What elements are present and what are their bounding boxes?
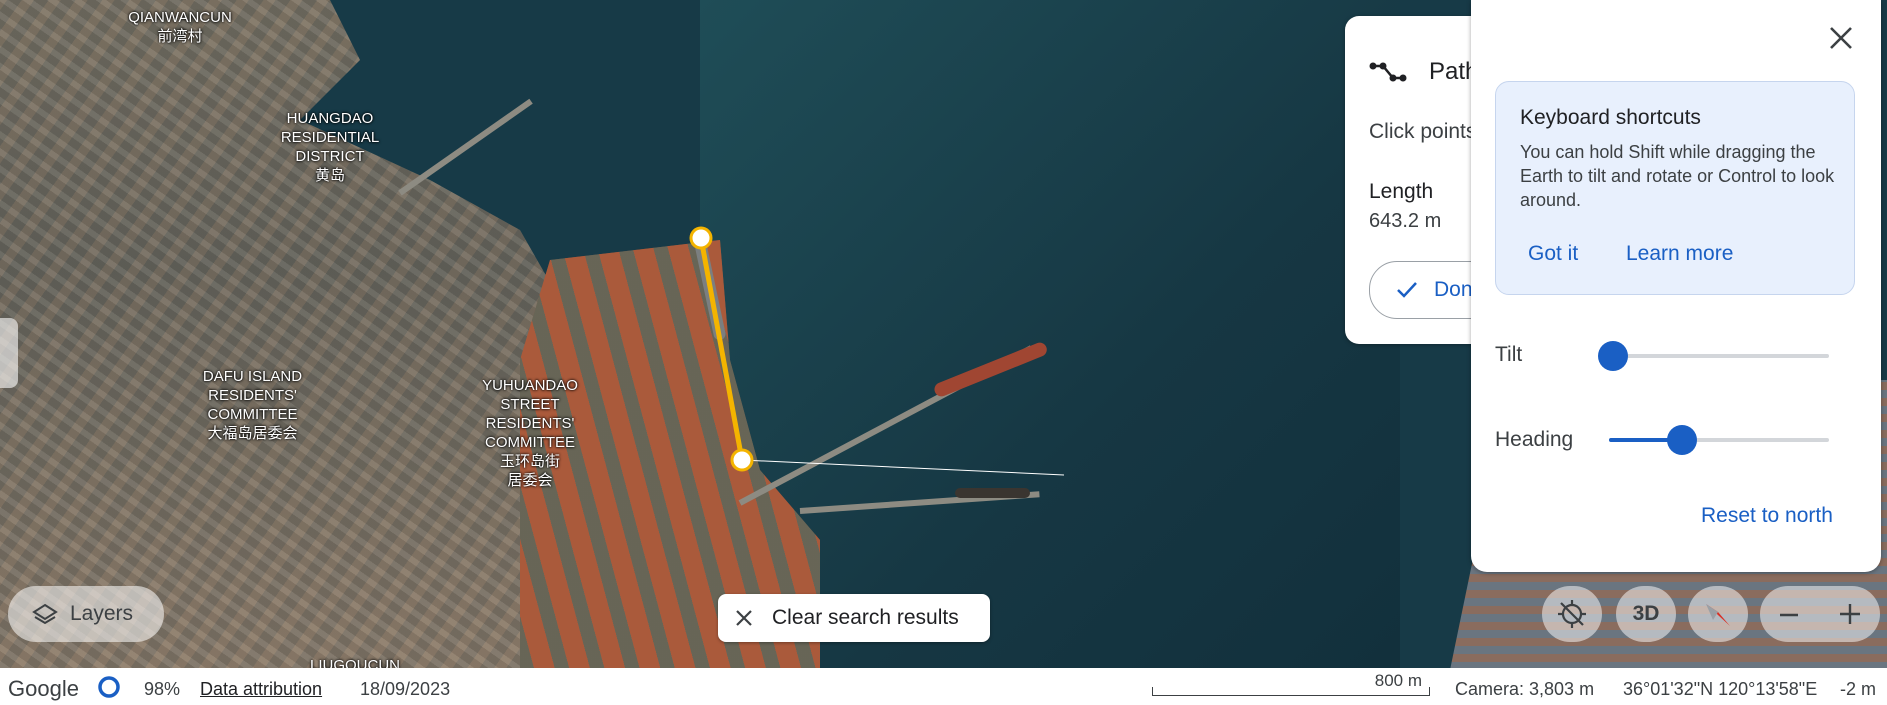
layers-label: Layers xyxy=(70,602,134,625)
clear-search-label: Clear search results xyxy=(772,606,959,629)
progress-percent: 98% xyxy=(144,679,181,699)
measure-path-line xyxy=(698,237,745,461)
scale-bar[interactable]: 800 m xyxy=(1152,670,1430,700)
side-panel-toggle[interactable] xyxy=(0,318,18,388)
close-icon xyxy=(736,610,752,626)
compass-icon xyxy=(1706,604,1730,626)
cursor-elevation: -2 m xyxy=(1840,679,1876,699)
zoom-out-icon[interactable] xyxy=(1778,604,1800,626)
heading-knob[interactable] xyxy=(1666,425,1697,455)
imagery-date: 18/09/2023 xyxy=(360,679,451,699)
measure-preview-line xyxy=(741,459,1065,476)
path-icon xyxy=(1369,62,1407,82)
got-it-button[interactable]: Got it xyxy=(1528,242,1578,266)
path-point[interactable] xyxy=(689,226,713,250)
map-controls-panel: Keyboard shortcuts You can hold Shift wh… xyxy=(1471,0,1881,572)
gps-off-icon xyxy=(1558,600,1586,628)
tilt-track xyxy=(1609,354,1829,358)
path-point[interactable] xyxy=(730,448,754,472)
keyboard-shortcuts-tip: Keyboard shortcuts You can hold Shift wh… xyxy=(1495,81,1855,295)
zoom-controls xyxy=(1760,586,1880,642)
tip-title: Keyboard shortcuts xyxy=(1520,106,1701,129)
tip-body: You can hold Shift while dragging the Ea… xyxy=(1520,142,1835,210)
tilt-label: Tilt xyxy=(1495,343,1523,366)
tilt-knob[interactable] xyxy=(1598,341,1628,371)
3d-toggle-button[interactable]: 3D xyxy=(1616,586,1676,642)
camera-altitude: Camera: 3,803 m xyxy=(1455,679,1595,699)
close-icon[interactable] xyxy=(1823,20,1859,56)
zoom-in-icon[interactable] xyxy=(1838,602,1862,626)
path-panel-hint: Click points xyxy=(1369,120,1477,143)
google-logo: Google xyxy=(8,676,79,701)
cursor-coordinates: 36°01'32"N 120°13'58"E xyxy=(1623,679,1818,699)
check-icon xyxy=(1397,282,1417,298)
length-label: Length xyxy=(1369,180,1434,203)
length-value: 643.2 m xyxy=(1369,210,1442,232)
loading-progress-icon xyxy=(98,676,120,698)
location-off-button[interactable] xyxy=(1542,586,1602,642)
learn-more-link[interactable]: Learn more xyxy=(1626,242,1733,266)
compass-button[interactable] xyxy=(1688,586,1748,642)
layers-button[interactable]: Layers xyxy=(8,586,164,642)
scale-bar-line xyxy=(1152,687,1430,696)
clear-search-results-button[interactable]: Clear search results xyxy=(718,594,990,642)
3d-label: 3D xyxy=(1632,602,1660,625)
heading-label: Heading xyxy=(1495,428,1574,451)
data-attribution-link[interactable]: Data attribution xyxy=(200,679,322,700)
layers-icon xyxy=(32,603,58,625)
reset-to-north-button[interactable]: Reset to north xyxy=(1701,504,1833,528)
status-bar: Google 98% Data attribution 18/09/2023 8… xyxy=(0,668,1887,705)
